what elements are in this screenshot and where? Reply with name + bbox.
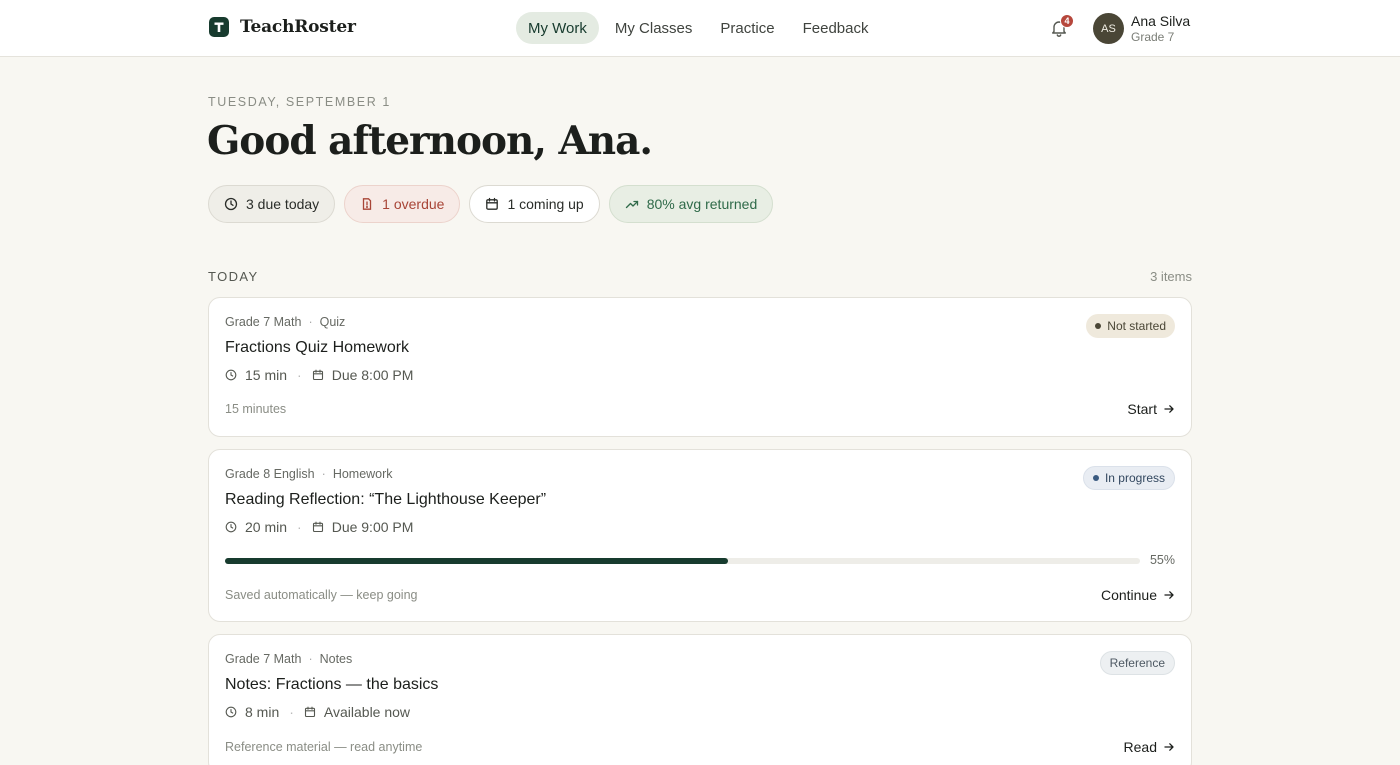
assignment-card[interactable]: Grade 7 Math · Quiz Not started Fraction… (208, 297, 1192, 437)
brand[interactable]: TeachRoster (209, 17, 356, 37)
chip-label: 3 due today (246, 196, 320, 212)
progress-fill (225, 558, 729, 564)
top-bar: TeachRoster My Work My Classes Practice … (0, 0, 1400, 57)
availability: Available now (323, 704, 411, 720)
status-badge: Reference (1099, 651, 1175, 675)
card-footnote: Saved automatically — keep going (225, 588, 418, 602)
progress-percent: 55% (1149, 553, 1175, 567)
calendar-icon (304, 706, 315, 718)
start-button[interactable]: Start (1127, 401, 1175, 417)
card-footnote: Reference material — read anytime (225, 740, 423, 754)
brand-name: TeachRoster (240, 17, 356, 37)
summary-chips: 3 due today 1 overdue 1 coming up 80% av… (208, 185, 774, 223)
clock-icon (225, 521, 237, 533)
clock-icon (225, 369, 237, 381)
progress-bar (225, 558, 1140, 564)
main-nav: My Work My Classes Practice Feedback (516, 12, 880, 44)
current-date: TUESDAY, SEPTEMBER 1 (208, 95, 391, 109)
notification-badge: 4 (1060, 14, 1074, 28)
nav-my-classes[interactable]: My Classes (603, 12, 705, 44)
card-details: 20 min · Due 9:00 PM (225, 519, 413, 535)
chip-label: 1 overdue (382, 196, 445, 212)
file-alert-icon (363, 198, 372, 210)
user-name: Ana Silva (1131, 13, 1191, 29)
chip-label: 80% avg returned (646, 196, 758, 212)
status-badge: Not started (1086, 314, 1175, 338)
card-meta: Grade 7 Math · Notes (225, 652, 353, 666)
card-meta: Grade 8 English · Homework (225, 467, 393, 481)
chip-avg-returned[interactable]: 80% avg returned (608, 185, 774, 223)
arrow-right-icon (1164, 743, 1174, 751)
chip-overdue[interactable]: 1 overdue (344, 185, 461, 223)
nav-my-work[interactable]: My Work (516, 12, 599, 44)
status-badge: In progress (1082, 466, 1175, 490)
clock-icon (225, 706, 237, 718)
card-title[interactable]: Notes: Fractions — the basics (225, 676, 438, 694)
trend-up-icon (625, 200, 638, 209)
nav-practice[interactable]: Practice (708, 12, 786, 44)
arrow-right-icon (1164, 591, 1174, 599)
assignment-card[interactable]: Grade 7 Math · Notes Reference Notes: Fr… (208, 634, 1192, 765)
clock-icon (224, 197, 238, 211)
course-name: Grade 8 English (225, 467, 315, 481)
chip-coming-up[interactable]: 1 coming up (469, 185, 600, 223)
item-type: Homework (332, 467, 393, 481)
read-button[interactable]: Read (1124, 739, 1175, 755)
course-name: Grade 7 Math (225, 315, 302, 329)
card-footnote: 15 minutes (225, 402, 287, 416)
calendar-icon (312, 369, 323, 381)
card-details: 8 min · Available now (225, 704, 410, 720)
duration: 8 min (245, 704, 280, 720)
page-title: Good afternoon, Ana. (207, 118, 653, 164)
calendar-icon (312, 521, 323, 533)
arrow-right-icon (1164, 405, 1174, 413)
calendar-icon (486, 197, 499, 210)
item-type: Quiz (319, 315, 346, 329)
due-time: Due 8:00 PM (331, 367, 414, 383)
item-type: Notes (319, 652, 353, 666)
card-meta: Grade 7 Math · Quiz (225, 315, 346, 329)
assignment-card[interactable]: Grade 8 English · Homework In progress R… (208, 449, 1192, 622)
section-title: TODAY (208, 269, 259, 284)
duration: 15 min (245, 367, 288, 383)
due-time: Due 9:00 PM (331, 519, 414, 535)
duration: 20 min (245, 519, 288, 535)
card-details: 15 min · Due 8:00 PM (225, 367, 413, 383)
section-count: 3 items (1150, 269, 1192, 284)
chip-label: 1 coming up (507, 196, 584, 212)
card-title[interactable]: Reading Reflection: “The Lighthouse Keep… (225, 491, 546, 509)
card-title[interactable]: Fractions Quiz Homework (225, 339, 409, 357)
brand-logo-icon (209, 17, 229, 37)
continue-button[interactable]: Continue (1101, 587, 1175, 603)
user-grade: Grade 7 (1131, 30, 1175, 44)
course-name: Grade 7 Math (225, 652, 302, 666)
avatar[interactable]: AS (1093, 13, 1124, 44)
nav-feedback[interactable]: Feedback (791, 12, 881, 44)
chip-due-today[interactable]: 3 due today (208, 185, 336, 223)
